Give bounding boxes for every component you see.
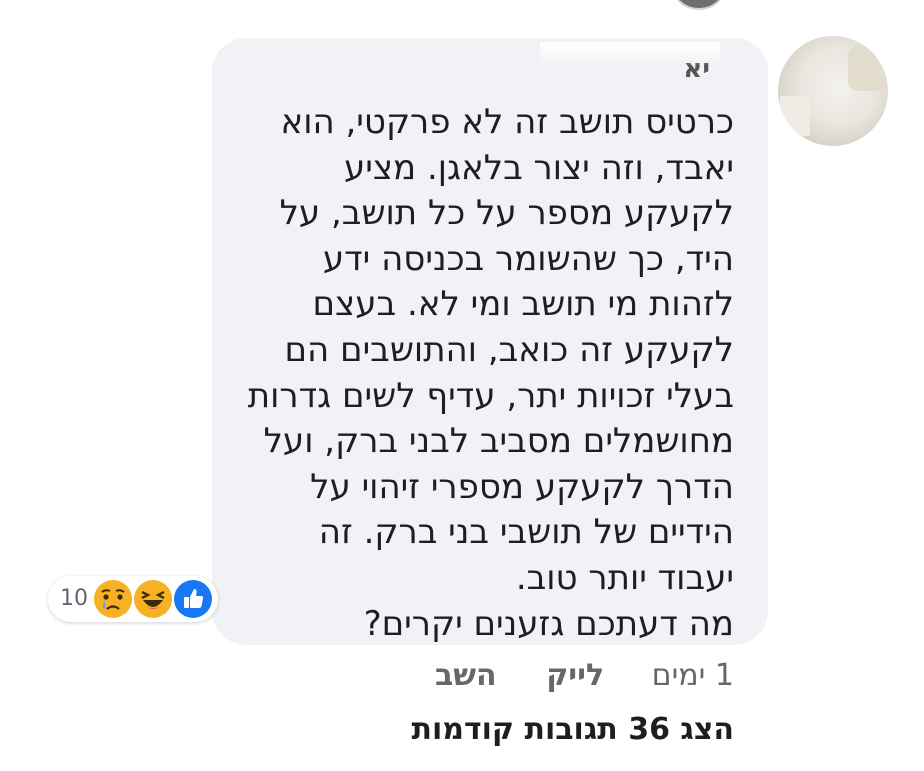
comment-line: הידיים של תושבי בני ברק. זה (318, 512, 734, 553)
author-name-strip[interactable]: יא (540, 42, 720, 82)
comment-line: מחושמלים מסביב לבני ברק, ועל (263, 421, 734, 462)
like-icon (174, 580, 212, 618)
comment-text: כרטיס תושב זה לא פרקטי, הוא יאבד, וזה יצ… (214, 100, 734, 647)
name-fade-overlay (540, 42, 720, 66)
comment-line: לזהות מי תושב ומי לא. בעצם (312, 284, 735, 325)
comment-line: לקעקע זה כואב, והתושבים הם (284, 329, 734, 370)
comment-timestamp[interactable]: 1 ימים (652, 658, 734, 693)
comment-line: היד, כך שהשומר בכניסה ידע (322, 238, 734, 279)
avatar-photo-detail (848, 46, 888, 91)
sad-icon (94, 580, 132, 618)
reaction-count: 10 (60, 586, 88, 611)
reply-link[interactable]: השב (435, 658, 497, 693)
previous-commenter-avatar[interactable] (672, 0, 726, 10)
avatar-photo-detail (780, 96, 810, 136)
comment-actions: 1 ימים לייק השב (435, 658, 734, 693)
comment-bubble: יא כרטיס תושב זה לא פרקטי, הוא יאבד, וזה… (212, 38, 768, 645)
comment-line: מה דעתכם גזענים יקרים? (363, 603, 734, 644)
reactions-summary[interactable]: 10 (48, 576, 218, 622)
comment-line: יאבד, וזה יצור בלאגן. מציע (343, 147, 734, 188)
comment-line: לקעקע מספר על כל תושב, על (279, 193, 734, 234)
comment-line: בעלי זכויות יתר, עדיף לשים גדרות (247, 375, 734, 416)
comment-line: יעבוד יותר טוב. (515, 557, 734, 598)
commenter-avatar[interactable] (778, 36, 888, 146)
view-previous-replies-link[interactable]: הצג 36 תגובות קודמות (412, 712, 735, 747)
comment-line: הדרך לקעקע מספרי זיהוי על (310, 466, 734, 507)
like-link[interactable]: לייק (546, 658, 604, 693)
haha-icon (134, 580, 172, 618)
comment-line: כרטיס תושב זה לא פרקטי, הוא (280, 102, 734, 142)
